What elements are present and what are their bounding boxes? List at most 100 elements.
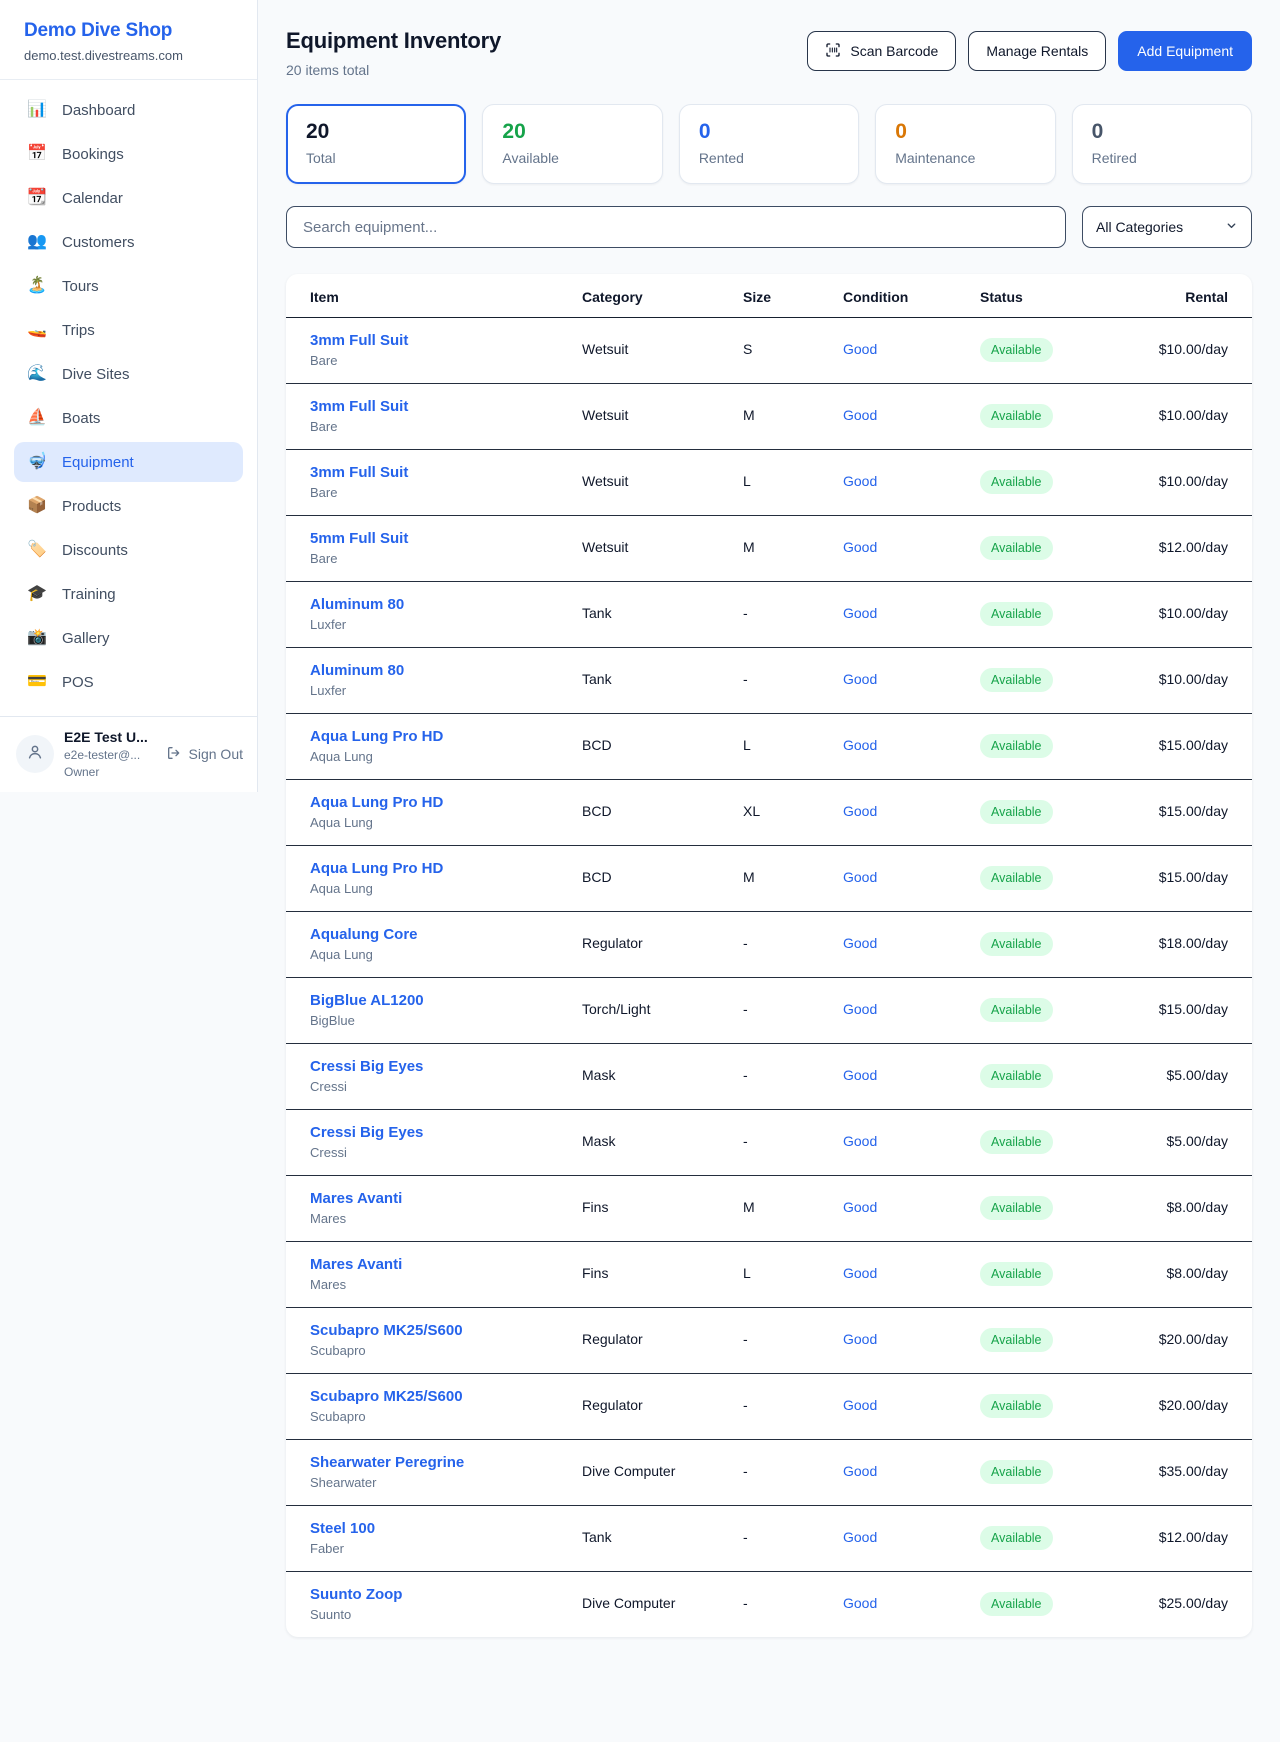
item-condition-link[interactable]: Good — [843, 473, 877, 489]
item-condition-link[interactable]: Good — [843, 1529, 877, 1545]
stat-value: 0 — [895, 120, 1035, 144]
item-condition-link[interactable]: Good — [843, 1001, 877, 1017]
status-badge: Available — [980, 338, 1053, 362]
sidebar-item-equipment[interactable]: 🤿 Equipment — [14, 442, 243, 482]
item-condition-link[interactable]: Good — [843, 1331, 877, 1347]
item-condition-link[interactable]: Good — [843, 1463, 877, 1479]
brand-block: Demo Dive Shop demo.test.divestreams.com — [0, 0, 257, 80]
category-filter-select[interactable]: All Categories — [1082, 206, 1252, 248]
item-name-link[interactable]: Aqua Lung Pro HD — [310, 860, 582, 877]
stat-card-rented[interactable]: 0 Rented — [679, 104, 859, 184]
item-condition-link[interactable]: Good — [843, 539, 877, 555]
sidebar-nav: 📊 Dashboard 📅 Bookings 📆 Calendar 👥 Cust… — [0, 80, 257, 712]
item-name-link[interactable]: Aluminum 80 — [310, 662, 582, 679]
stat-card-retired[interactable]: 0 Retired — [1072, 104, 1252, 184]
sidebar-item-customers[interactable]: 👥 Customers — [14, 222, 243, 262]
sidebar-item-calendar[interactable]: 📆 Calendar — [14, 178, 243, 218]
item-name-link[interactable]: BigBlue AL1200 — [310, 992, 582, 1009]
status-badge: Available — [980, 734, 1053, 758]
sidebar-item-dashboard[interactable]: 📊 Dashboard — [14, 90, 243, 130]
stat-card-total[interactable]: 20 Total — [286, 104, 466, 184]
scan-barcode-button[interactable]: Scan Barcode — [807, 31, 956, 71]
status-badge: Available — [980, 1130, 1053, 1154]
item-name-link[interactable]: 3mm Full Suit — [310, 398, 582, 415]
item-name-link[interactable]: Aqua Lung Pro HD — [310, 728, 582, 745]
products-icon: 📦 — [26, 498, 48, 514]
item-condition-link[interactable]: Good — [843, 1397, 877, 1413]
item-brand: Aqua Lung — [310, 947, 582, 962]
sidebar-item-pos[interactable]: 💳 POS — [14, 662, 243, 702]
item-name-link[interactable]: 3mm Full Suit — [310, 464, 582, 481]
sidebar-item-dive-sites[interactable]: 🌊 Dive Sites — [14, 354, 243, 394]
item-condition-link[interactable]: Good — [843, 869, 877, 885]
chevron-down-icon — [1225, 219, 1238, 235]
item-name-link[interactable]: Aqualung Core — [310, 926, 582, 943]
sidebar-item-training[interactable]: 🎓 Training — [14, 574, 243, 614]
sidebar-item-products[interactable]: 📦 Products — [14, 486, 243, 526]
item-name-link[interactable]: Steel 100 — [310, 1520, 582, 1537]
status-badge: Available — [980, 1196, 1053, 1220]
item-condition-link[interactable]: Good — [843, 935, 877, 951]
stat-card-maintenance[interactable]: 0 Maintenance — [875, 104, 1055, 184]
item-category: Fins — [582, 1199, 608, 1215]
page-title: Equipment Inventory — [286, 28, 501, 54]
item-name-link[interactable]: Suunto Zoop — [310, 1586, 582, 1603]
sidebar-item-gallery[interactable]: 📸 Gallery — [14, 618, 243, 658]
sidebar-item-bookings[interactable]: 📅 Bookings — [14, 134, 243, 174]
sidebar-item-boats[interactable]: ⛵ Boats — [14, 398, 243, 438]
table-row: Aqualung Core Aqua Lung Regulator - Good… — [286, 912, 1252, 978]
status-badge: Available — [980, 1394, 1053, 1418]
item-condition-link[interactable]: Good — [843, 605, 877, 621]
stat-card-available[interactable]: 20 Available — [482, 104, 662, 184]
avatar — [16, 735, 54, 773]
item-name-link[interactable]: Mares Avanti — [310, 1256, 582, 1273]
sidebar-item-tours[interactable]: 🏝️ Tours — [14, 266, 243, 306]
manage-rentals-button[interactable]: Manage Rentals — [968, 31, 1106, 71]
item-size: - — [743, 1595, 748, 1611]
item-condition-link[interactable]: Good — [843, 341, 877, 357]
table-row: Aqua Lung Pro HD Aqua Lung BCD XL Good A… — [286, 780, 1252, 846]
item-name-link[interactable]: Aluminum 80 — [310, 596, 582, 613]
add-equipment-button[interactable]: Add Equipment — [1118, 31, 1252, 71]
item-name-link[interactable]: Scubapro MK25/S600 — [310, 1322, 582, 1339]
item-condition-link[interactable]: Good — [843, 1067, 877, 1083]
sidebar-item-trips[interactable]: 🚤 Trips — [14, 310, 243, 350]
search-input[interactable] — [286, 206, 1066, 248]
item-name-link[interactable]: Cressi Big Eyes — [310, 1124, 582, 1141]
item-brand: Luxfer — [310, 617, 582, 632]
item-brand: Bare — [310, 551, 582, 566]
item-name-link[interactable]: 3mm Full Suit — [310, 332, 582, 349]
item-size: S — [743, 341, 752, 357]
item-condition-link[interactable]: Good — [843, 407, 877, 423]
item-condition-link[interactable]: Good — [843, 1199, 877, 1215]
item-condition-link[interactable]: Good — [843, 1265, 877, 1281]
item-condition-link[interactable]: Good — [843, 1133, 877, 1149]
discounts-icon: 🏷️ — [26, 542, 48, 558]
item-size: M — [743, 539, 755, 555]
status-badge: Available — [980, 602, 1053, 626]
item-name-link[interactable]: Aqua Lung Pro HD — [310, 794, 582, 811]
item-name-link[interactable]: 5mm Full Suit — [310, 530, 582, 547]
item-rental-price: $12.00/day — [1159, 539, 1228, 555]
stat-label: Maintenance — [895, 150, 1035, 166]
item-condition-link[interactable]: Good — [843, 803, 877, 819]
item-name-link[interactable]: Shearwater Peregrine — [310, 1454, 582, 1471]
item-condition-link[interactable]: Good — [843, 737, 877, 753]
item-name-link[interactable]: Scubapro MK25/S600 — [310, 1388, 582, 1405]
sidebar-item-discounts[interactable]: 🏷️ Discounts — [14, 530, 243, 570]
item-rental-price: $35.00/day — [1159, 1463, 1228, 1479]
item-name-link[interactable]: Mares Avanti — [310, 1190, 582, 1207]
bookings-icon: 📅 — [26, 146, 48, 162]
items-total: 20 items total — [286, 62, 501, 78]
item-category: Mask — [582, 1067, 615, 1083]
item-name-link[interactable]: Cressi Big Eyes — [310, 1058, 582, 1075]
item-category: Wetsuit — [582, 407, 628, 423]
item-size: - — [743, 935, 748, 951]
item-condition-link[interactable]: Good — [843, 1595, 877, 1611]
sign-out-button[interactable]: Sign Out — [166, 745, 243, 764]
brand-name[interactable]: Demo Dive Shop — [24, 20, 233, 42]
item-condition-link[interactable]: Good — [843, 671, 877, 687]
table-row: 3mm Full Suit Bare Wetsuit S Good Availa… — [286, 318, 1252, 384]
gallery-icon: 📸 — [26, 630, 48, 646]
user-name: E2E Test U... — [64, 729, 156, 747]
